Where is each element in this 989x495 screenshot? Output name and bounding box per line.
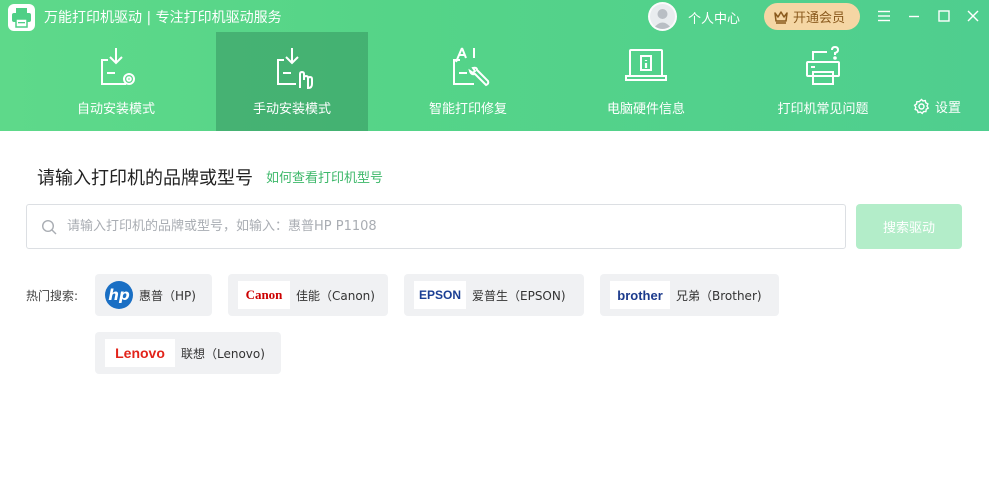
search-input[interactable] xyxy=(67,205,837,248)
tab-label: 打印机常见问题 xyxy=(777,102,869,117)
user-center-link[interactable]: 个人中心 xyxy=(688,8,740,27)
tab-label: 电脑硬件信息 xyxy=(606,102,685,117)
epson-logo-icon: EPSON xyxy=(414,281,466,309)
brand-chip-brother[interactable]: brother 兄弟（Brother) xyxy=(600,274,779,316)
search-box xyxy=(26,204,846,249)
smart-repair-icon xyxy=(444,44,492,92)
canon-logo-icon: Canon xyxy=(238,281,290,309)
brand-chip-canon[interactable]: Canon 佳能（Canon) xyxy=(228,274,388,316)
search-icon xyxy=(41,219,57,239)
settings-button[interactable]: 设置 xyxy=(913,97,961,116)
tab-hardware-info[interactable]: 电脑硬件信息 xyxy=(570,32,722,131)
menu-icon[interactable] xyxy=(876,8,892,24)
brand-chip-hp[interactable]: hp 惠普（HP) xyxy=(95,274,212,316)
printer-faq-icon xyxy=(799,44,847,92)
lenovo-logo-icon: Lenovo xyxy=(105,339,175,367)
manual-install-icon xyxy=(268,44,316,92)
vip-button[interactable]: 开通会员 xyxy=(764,3,860,30)
maximize-icon[interactable] xyxy=(936,8,952,24)
page-title: 请输入打印机的品牌或型号 xyxy=(37,168,253,189)
avatar[interactable] xyxy=(648,2,677,31)
header: 万能打印机驱动 | 专注打印机驱动服务 个人中心 开通会员 自动安装模式 手动安… xyxy=(0,0,989,131)
tab-label: 自动安装模式 xyxy=(76,102,155,117)
hp-logo-icon: hp xyxy=(105,281,133,309)
hot-search-label: 热门搜索: xyxy=(26,289,79,303)
brand-label: 爱普生（EPSON) xyxy=(472,288,566,303)
tab-label: 智能打印修复 xyxy=(428,102,507,117)
gear-icon xyxy=(913,98,930,115)
minimize-icon[interactable] xyxy=(906,8,922,24)
title-bar: 万能打印机驱动 | 专注打印机驱动服务 个人中心 开通会员 xyxy=(0,0,989,32)
brand-label: 佳能（Canon) xyxy=(296,288,375,303)
tab-printer-faq[interactable]: 打印机常见问题 xyxy=(747,32,899,131)
brand-label: 惠普（HP) xyxy=(139,288,196,303)
search-driver-button[interactable]: 搜索驱动 xyxy=(856,204,962,249)
auto-install-icon xyxy=(92,44,140,92)
how-to-find-model-link[interactable]: 如何查看打印机型号 xyxy=(266,167,383,186)
printer-logo-icon xyxy=(8,4,35,31)
close-icon[interactable] xyxy=(965,8,981,24)
brand-label: 联想（Lenovo) xyxy=(181,346,265,361)
tab-auto-install[interactable]: 自动安装模式 xyxy=(40,32,192,131)
vip-button-label: 开通会员 xyxy=(793,11,846,26)
tab-label: 手动安装模式 xyxy=(252,102,331,117)
settings-label: 设置 xyxy=(935,101,962,116)
crown-icon xyxy=(773,10,789,24)
tab-smart-repair[interactable]: 智能打印修复 xyxy=(392,32,544,131)
brand-label: 兄弟（Brother) xyxy=(676,288,762,303)
app-title: 万能打印机驱动 | 专注打印机驱动服务 xyxy=(44,10,282,26)
brand-chip-lenovo[interactable]: Lenovo 联想（Lenovo) xyxy=(95,332,281,374)
brother-logo-icon: brother xyxy=(610,281,670,309)
brand-chip-epson[interactable]: EPSON 爱普生（EPSON) xyxy=(404,274,584,316)
hardware-info-icon xyxy=(622,44,670,92)
tab-manual-install[interactable]: 手动安装模式 xyxy=(216,32,368,131)
